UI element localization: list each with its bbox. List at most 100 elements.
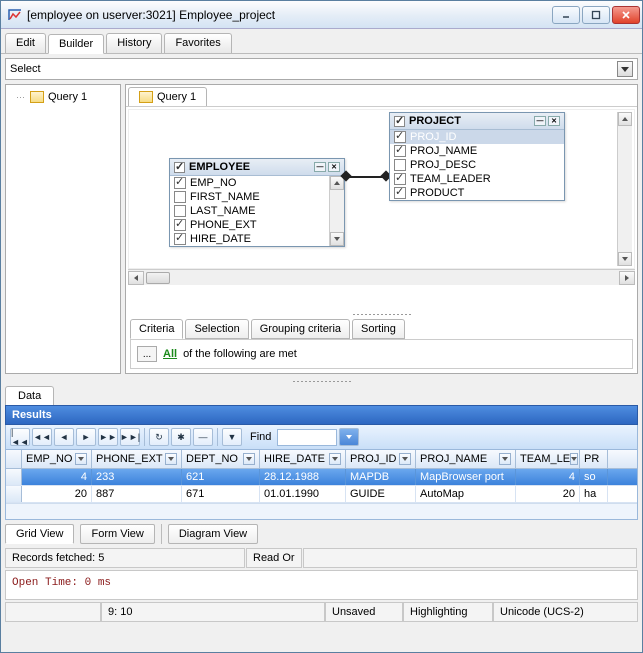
scroll-down-icon[interactable]	[618, 252, 632, 266]
encoding-label: Unicode (UCS-2)	[493, 602, 638, 622]
refresh-button[interactable]: ↻	[149, 428, 169, 446]
col-proj-name[interactable]: PROJ_NAME	[416, 450, 516, 468]
tab-form-view[interactable]: Form View	[80, 524, 154, 544]
chevron-down-icon[interactable]	[165, 453, 177, 465]
first-record-button[interactable]: |◄◄	[10, 428, 30, 446]
entity-close-icon[interactable]: ✕	[548, 116, 560, 126]
scroll-down-icon[interactable]	[330, 232, 344, 246]
tab-favorites[interactable]: Favorites	[164, 33, 231, 53]
criteria-all-link[interactable]: All	[163, 348, 177, 360]
tab-builder[interactable]: Builder	[48, 34, 104, 54]
entity-minimize-icon[interactable]: —	[534, 116, 546, 126]
col-emp-no[interactable]: EMP_NO	[22, 450, 92, 468]
entity-employee-header[interactable]: EMPLOYEE — ✕	[170, 159, 344, 176]
col-hire-date[interactable]: HIRE_DATE	[260, 450, 346, 468]
checkbox-icon[interactable]	[174, 177, 186, 189]
entity-minimize-icon[interactable]: —	[314, 162, 326, 172]
criteria-row[interactable]: ... All of the following are met	[137, 346, 626, 362]
field-phone-ext[interactable]: PHONE_EXT	[170, 218, 344, 232]
chevron-down-icon[interactable]	[399, 453, 411, 465]
field-hire-date[interactable]: HIRE_DATE	[170, 232, 344, 246]
col-proj-id[interactable]: PROJ_ID	[346, 450, 416, 468]
checkbox-icon[interactable]	[174, 219, 186, 231]
tab-data[interactable]: Data	[5, 386, 54, 405]
table-row[interactable]: 4 233 621 28.12.1988 MAPDB MapBrowser po…	[6, 469, 637, 486]
field-product[interactable]: PRODUCT	[390, 186, 564, 200]
design-tab-query1[interactable]: Query 1	[128, 87, 207, 106]
canvas-vscrollbar[interactable]	[617, 112, 632, 266]
field-proj-name[interactable]: PROJ_NAME	[390, 144, 564, 158]
checkbox-icon[interactable]	[174, 205, 186, 217]
col-dept-no[interactable]: DEPT_NO	[182, 450, 260, 468]
checkbox-icon[interactable]	[174, 191, 186, 203]
checkbox-icon[interactable]	[394, 131, 406, 143]
maximize-button[interactable]	[582, 6, 610, 24]
scroll-left-icon[interactable]	[128, 271, 144, 285]
minimize-button[interactable]	[552, 6, 580, 24]
col-phone-ext[interactable]: PHONE_EXT	[92, 450, 182, 468]
col-pr[interactable]: PR	[580, 450, 608, 468]
find-input[interactable]	[277, 429, 337, 446]
entity-scrollbar[interactable]	[329, 176, 344, 246]
scroll-up-icon[interactable]	[618, 112, 632, 126]
grid-hscrollbar[interactable]	[6, 503, 637, 519]
field-first-name[interactable]: FIRST_NAME	[170, 190, 344, 204]
criteria-tabs: Criteria Selection Grouping criteria Sor…	[126, 317, 637, 339]
table-row[interactable]: 20 887 671 01.01.1990 GUIDE AutoMap 20 h…	[6, 486, 637, 503]
find-go-button[interactable]	[339, 428, 359, 446]
checkbox-icon[interactable]	[394, 145, 406, 157]
field-last-name[interactable]: LAST_NAME	[170, 204, 344, 218]
tab-history[interactable]: History	[106, 33, 162, 53]
next-page-button[interactable]: ►►	[98, 428, 118, 446]
entity-employee[interactable]: EMPLOYEE — ✕ EMP_NO FIRST_NAME LAST_NAME…	[169, 158, 345, 247]
query-tree-pane: ⋯ Query 1	[5, 84, 121, 374]
chevron-down-icon[interactable]	[499, 453, 511, 465]
scroll-right-icon[interactable]	[619, 271, 635, 285]
select-bar[interactable]: Select	[5, 58, 638, 80]
scroll-thumb[interactable]	[146, 272, 170, 284]
checkbox-icon[interactable]	[174, 233, 186, 245]
checkbox-icon[interactable]	[394, 116, 405, 127]
chevron-down-icon[interactable]	[243, 453, 255, 465]
chevron-down-icon[interactable]	[329, 453, 341, 465]
delete-record-button[interactable]: —	[193, 428, 213, 446]
checkbox-icon[interactable]	[394, 173, 406, 185]
chevron-down-icon[interactable]	[570, 453, 578, 465]
last-record-button[interactable]: ►►|	[120, 428, 140, 446]
tab-sorting[interactable]: Sorting	[352, 319, 405, 339]
prev-record-button[interactable]: ◄	[54, 428, 74, 446]
checkbox-icon[interactable]	[394, 159, 406, 171]
entity-project-header[interactable]: PROJECT — ✕	[390, 113, 564, 130]
checkbox-icon[interactable]	[174, 162, 185, 173]
tab-selection[interactable]: Selection	[185, 319, 248, 339]
entity-close-icon[interactable]: ✕	[328, 162, 340, 172]
field-proj-id[interactable]: PROJ_ID	[390, 130, 564, 144]
row-selector[interactable]	[6, 469, 22, 485]
checkbox-icon[interactable]	[394, 187, 406, 199]
tab-grouping-criteria[interactable]: Grouping criteria	[251, 319, 350, 339]
new-record-button[interactable]: ✱	[171, 428, 191, 446]
col-team-leader[interactable]: TEAM_LE	[516, 450, 580, 468]
tab-diagram-view[interactable]: Diagram View	[168, 524, 258, 544]
row-selector[interactable]	[6, 486, 22, 502]
tree-node-query1[interactable]: ⋯ Query 1	[10, 89, 116, 105]
filter-button[interactable]: ▼	[222, 428, 242, 446]
field-emp-no[interactable]: EMP_NO	[170, 176, 344, 190]
close-button[interactable]	[612, 6, 640, 24]
tab-edit[interactable]: Edit	[5, 33, 46, 53]
field-team-leader[interactable]: TEAM_LEADER	[390, 172, 564, 186]
entity-project[interactable]: PROJECT — ✕ PROJ_ID PROJ_NAME PROJ_DESC …	[389, 112, 565, 201]
criteria-ellipsis-button[interactable]: ...	[137, 346, 157, 362]
tab-grid-view[interactable]: Grid View	[5, 524, 74, 544]
select-dropdown-button[interactable]	[617, 61, 633, 77]
design-canvas[interactable]: EMPLOYEE — ✕ EMP_NO FIRST_NAME LAST_NAME…	[128, 109, 635, 269]
canvas-hscrollbar[interactable]	[128, 269, 635, 285]
chevron-down-icon[interactable]	[75, 453, 87, 465]
field-proj-desc[interactable]: PROJ_DESC	[390, 158, 564, 172]
cursor-position-label: 9: 10	[101, 602, 325, 622]
next-record-button[interactable]: ►	[76, 428, 96, 446]
tab-criteria[interactable]: Criteria	[130, 319, 183, 339]
horizontal-splitter[interactable]	[7, 378, 636, 384]
design-tabs: Query 1	[126, 85, 637, 107]
prev-page-button[interactable]: ◄◄	[32, 428, 52, 446]
